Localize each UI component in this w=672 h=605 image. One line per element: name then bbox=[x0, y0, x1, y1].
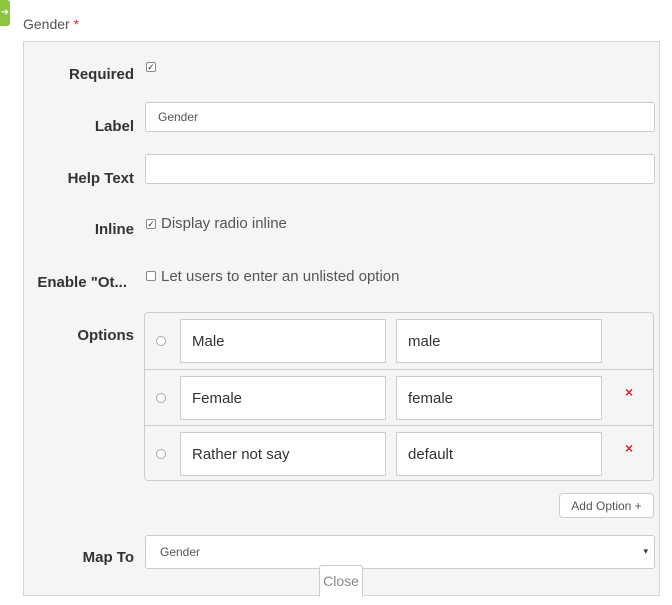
inline-checkbox[interactable]: ✓ bbox=[146, 219, 156, 229]
radio-default[interactable] bbox=[156, 449, 166, 459]
field-title: Gender * bbox=[23, 16, 79, 32]
label-label: Label bbox=[94, 118, 134, 135]
remove-option-icon[interactable]: × bbox=[625, 384, 633, 400]
remove-option-icon[interactable]: × bbox=[625, 440, 633, 456]
option-value-input[interactable] bbox=[396, 376, 602, 420]
options-list: × × bbox=[144, 312, 654, 481]
required-label: Required bbox=[68, 66, 134, 83]
checkmark-icon: ✓ bbox=[147, 62, 155, 72]
option-row: × bbox=[145, 369, 653, 425]
option-label-input[interactable] bbox=[180, 432, 386, 476]
close-button[interactable]: Close bbox=[319, 565, 363, 597]
option-label-input[interactable] bbox=[180, 319, 386, 363]
radio-default[interactable] bbox=[156, 336, 166, 346]
option-value-input[interactable] bbox=[396, 319, 602, 363]
inline-text: Display radio inline bbox=[161, 215, 287, 232]
enable-other-text: Let users to enter an unlisted option bbox=[161, 268, 400, 285]
arrow-right-icon: ➜ bbox=[0, 7, 10, 18]
label-input[interactable] bbox=[145, 102, 655, 132]
enable-other-checkbox[interactable] bbox=[146, 271, 156, 281]
option-row bbox=[145, 313, 653, 369]
help-text-label: Help Text bbox=[67, 170, 134, 187]
field-title-text: Gender bbox=[23, 16, 70, 32]
required-checkbox[interactable]: ✓ bbox=[146, 62, 156, 72]
expand-handle[interactable]: ➜ bbox=[0, 0, 10, 26]
radio-default[interactable] bbox=[156, 393, 166, 403]
enable-other-label: Enable "Ot... bbox=[37, 274, 127, 291]
option-row: × bbox=[145, 425, 653, 481]
chevron-down-icon: ▾ bbox=[643, 546, 648, 556]
checkmark-icon: ✓ bbox=[147, 219, 155, 229]
option-label-input[interactable] bbox=[180, 376, 386, 420]
map-to-selected-value: Gender bbox=[160, 545, 201, 559]
inline-label: Inline bbox=[94, 221, 134, 238]
map-to-select[interactable]: Gender ▾ bbox=[145, 535, 655, 569]
add-option-button[interactable]: Add Option + bbox=[559, 493, 654, 518]
help-text-input[interactable] bbox=[145, 154, 655, 184]
required-asterisk: * bbox=[73, 16, 80, 32]
field-settings-panel: Required ✓ Label Help Text Inline ✓ Disp… bbox=[23, 41, 660, 596]
map-to-label: Map To bbox=[82, 549, 134, 566]
option-value-input[interactable] bbox=[396, 432, 602, 476]
options-label: Options bbox=[77, 327, 134, 344]
